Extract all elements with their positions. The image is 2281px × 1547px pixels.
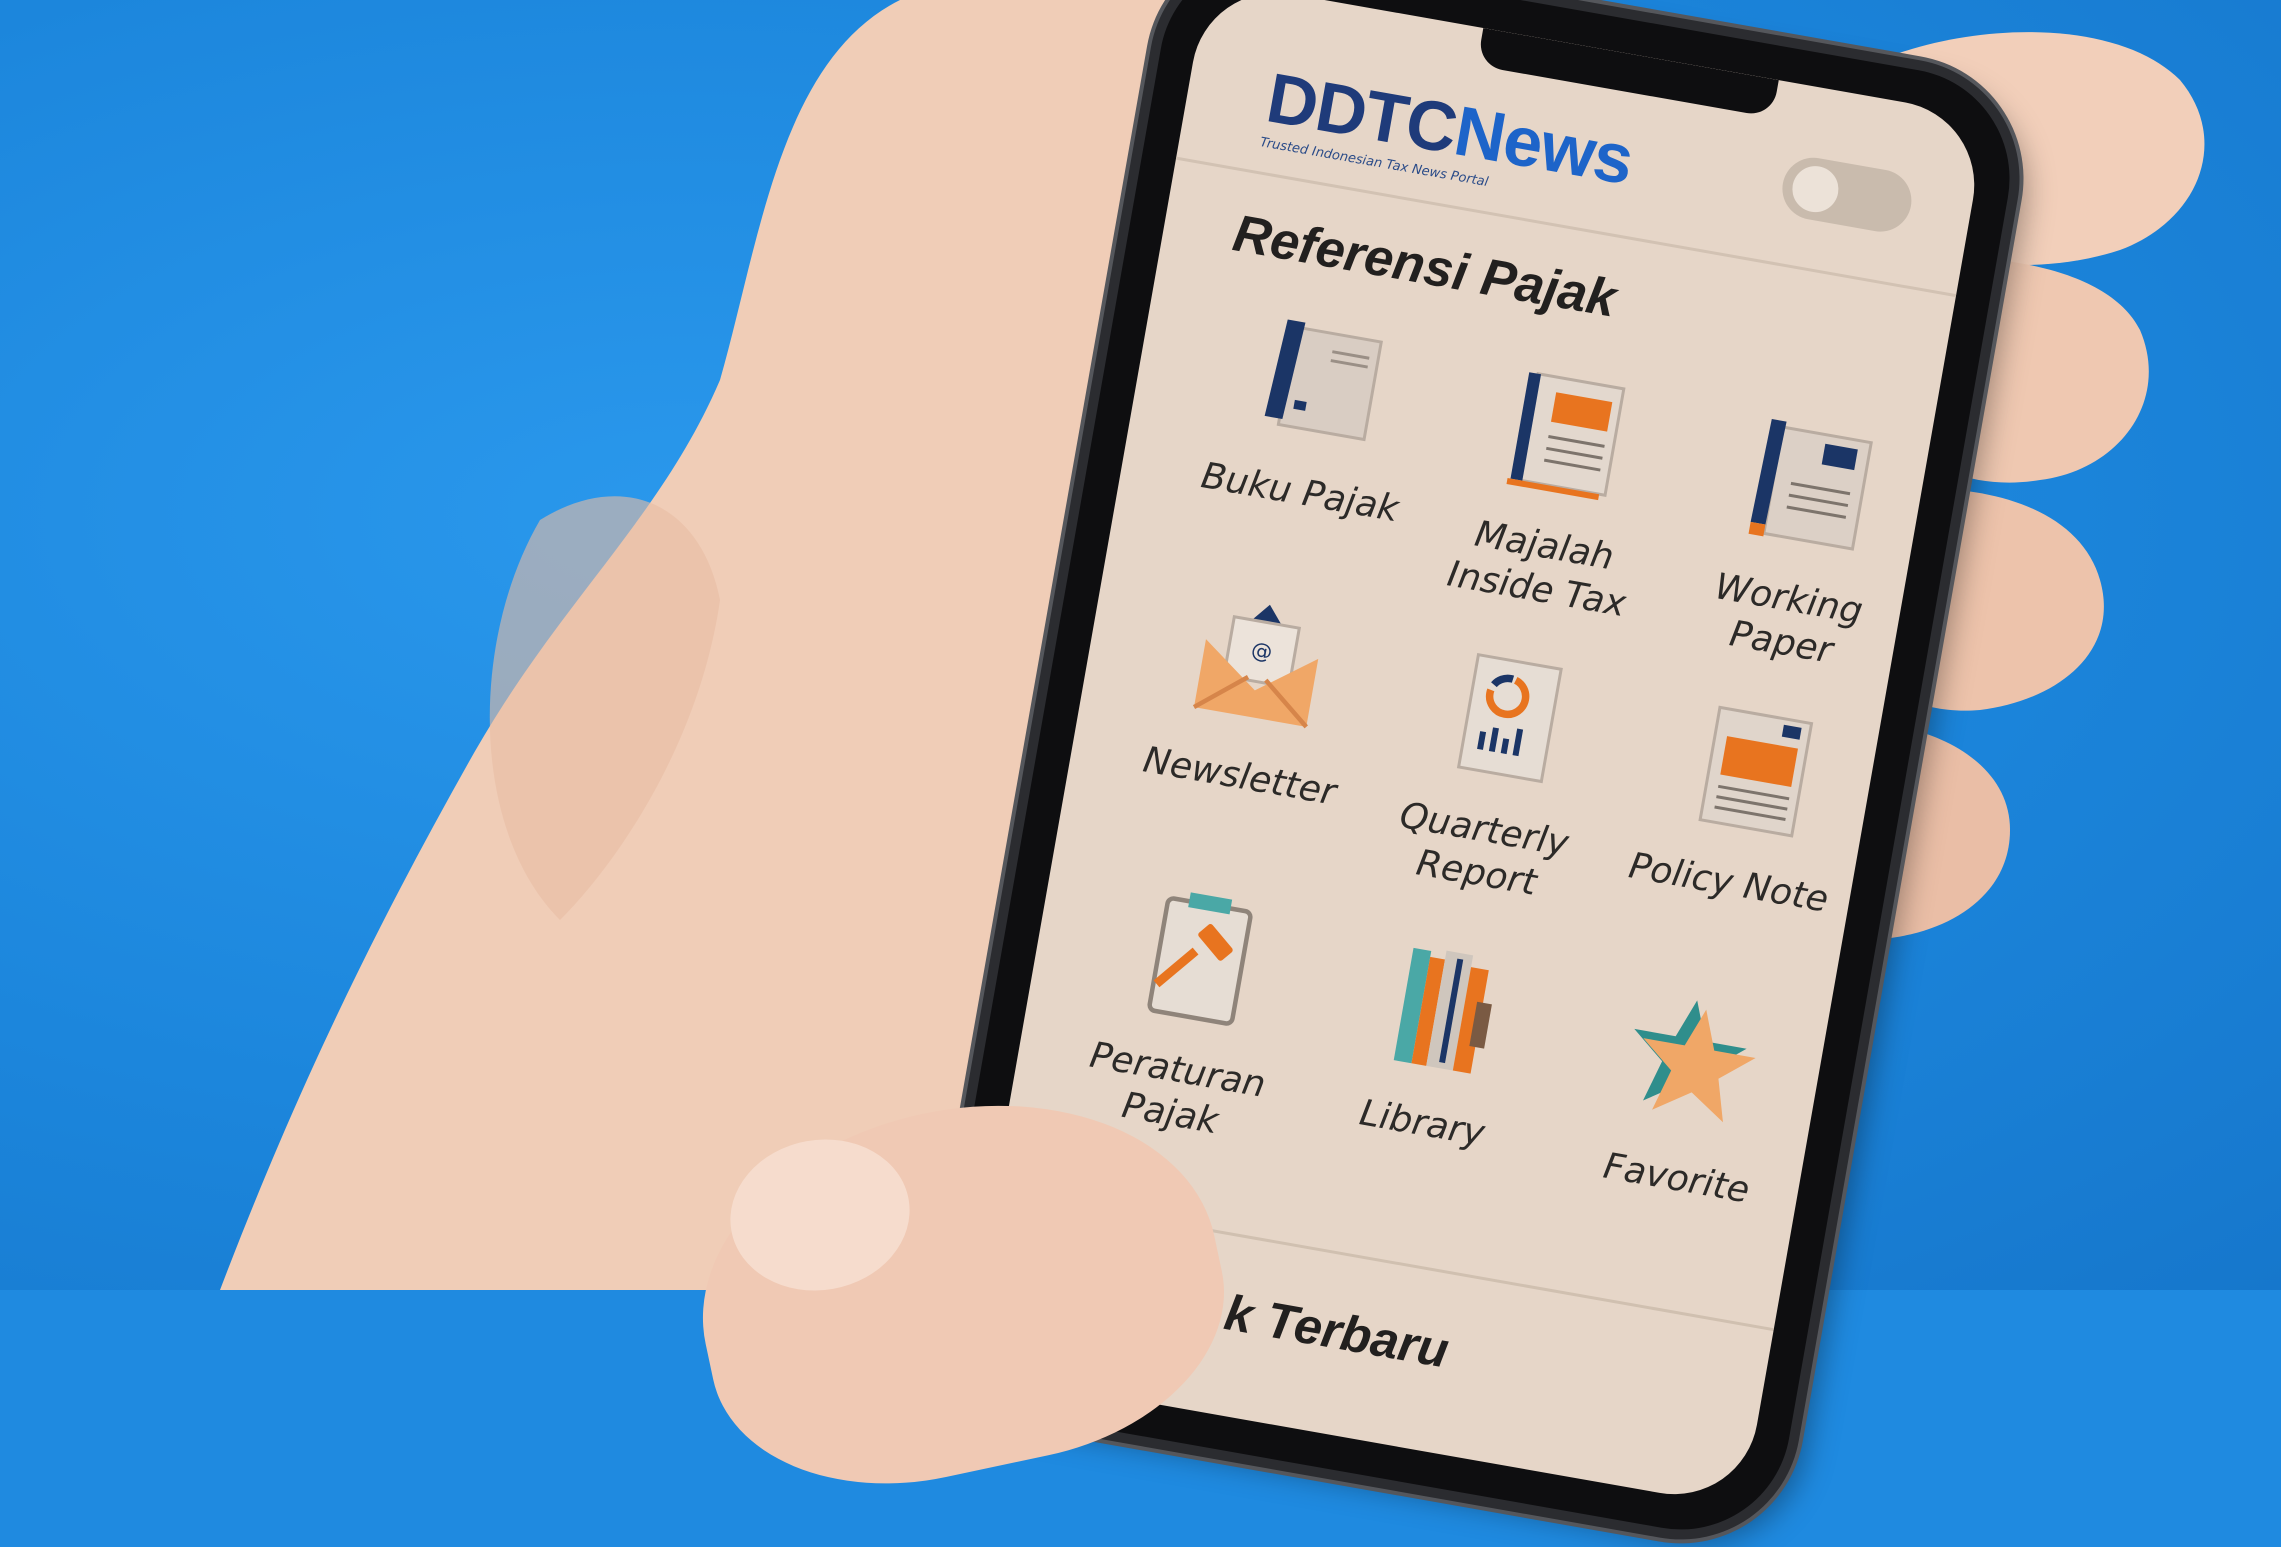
tile-buku-pajak[interactable]: Buku Pajak: [1178, 285, 1451, 535]
tile-label: Library: [1356, 1092, 1488, 1155]
policy-note-icon: [1698, 705, 1814, 838]
tile-label: Policy Note: [1625, 845, 1832, 921]
tile-favorite[interactable]: Favorite: [1554, 971, 1827, 1221]
tile-label: Buku Pajak: [1198, 455, 1402, 531]
ddtc-news-logo[interactable]: DDTCNews Trusted Indonesian Tax News Por…: [1259, 58, 1639, 214]
magazine-icon: [1506, 372, 1626, 501]
svg-text:@: @: [1249, 637, 1274, 664]
toggle-knob: [1788, 162, 1843, 216]
tile-policy-note[interactable]: Policy Note: [1606, 676, 1879, 926]
library-books-icon: [1393, 947, 1492, 1074]
star-icon: [1634, 1000, 1756, 1123]
report-chart-icon: [1456, 652, 1563, 784]
tile-newsletter[interactable]: @ Newsletter: [1118, 569, 1391, 819]
tile-majalah-inside-tax[interactable]: Majalah Inside Tax: [1415, 339, 1696, 633]
book-pen-icon: [1264, 319, 1383, 442]
tile-label: Newsletter: [1140, 739, 1340, 814]
tile-peraturan-pajak[interactable]: Peraturan Pajak: [1048, 863, 1329, 1157]
envelope-icon: @: [1192, 604, 1319, 729]
paper-pen-icon: [1748, 419, 1873, 551]
gavel-clipboard-icon: [1147, 892, 1253, 1026]
theme-toggle[interactable]: [1777, 152, 1917, 237]
tile-library[interactable]: Library: [1300, 916, 1573, 1166]
tile-quarterly-report[interactable]: Quarterly Report: [1354, 622, 1635, 916]
tile-label: Favorite: [1600, 1145, 1753, 1212]
